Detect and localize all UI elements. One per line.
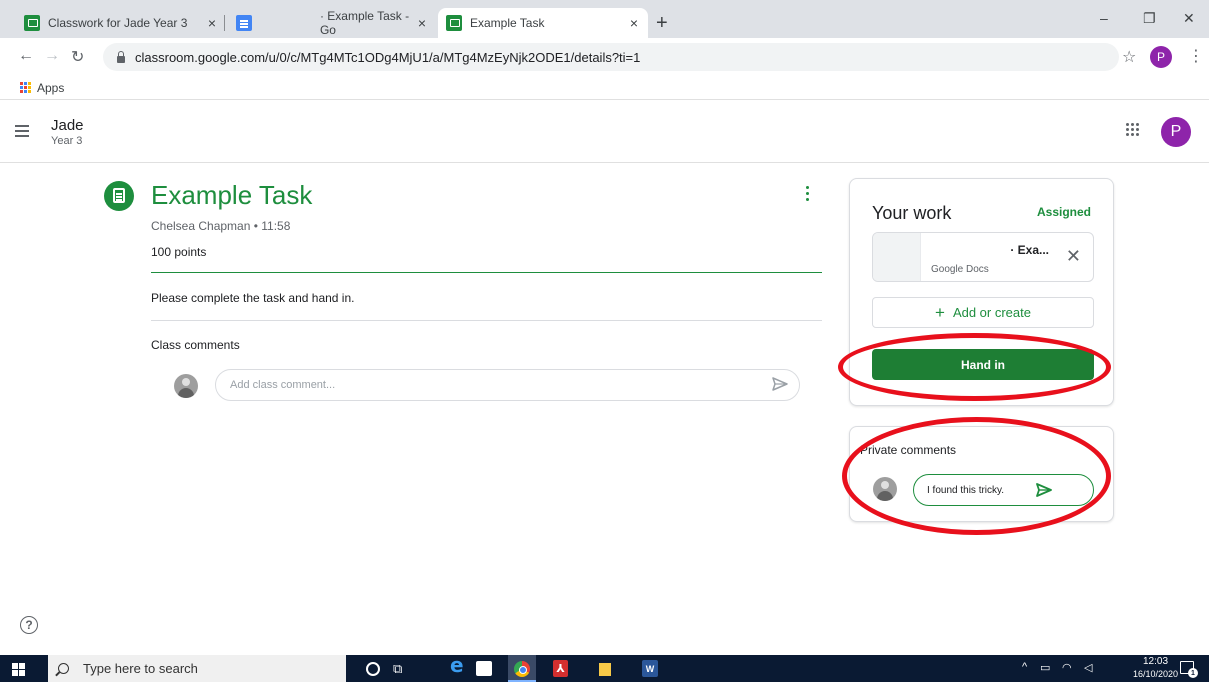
tab-title: Classwork for Jade Year 3 (48, 16, 188, 30)
wifi-icon[interactable]: ◠ (1062, 661, 1072, 674)
reload-icon[interactable]: ↻ (71, 47, 84, 67)
address-bar[interactable]: classroom.google.com/u/0/c/MTg4MTc1ODg4M… (103, 43, 1119, 71)
cortana-icon[interactable] (366, 662, 380, 676)
back-arrow-icon[interactable]: ← (18, 47, 34, 65)
classroom-header: Jade Year 3 P (0, 101, 1209, 163)
attachment-card[interactable]: · Exa... Google Docs ✕ (872, 232, 1094, 282)
maximize-button[interactable]: ❐ (1143, 10, 1156, 27)
divider (151, 272, 822, 273)
clock-date: 16/10/2020 (1133, 669, 1179, 679)
private-comments-label: Private comments (860, 443, 957, 457)
class-name[interactable]: Jade (51, 117, 84, 134)
user-avatar-icon (174, 374, 198, 398)
browser-tab-strip: Classwork for Jade Year 3 × · Example Ta… (0, 0, 1209, 38)
lock-icon (117, 50, 125, 63)
add-or-create-button[interactable]: + Add or create (872, 297, 1094, 328)
acrobat-icon[interactable]: ⅄ (553, 660, 568, 677)
assignment-title: Example Task (151, 180, 313, 210)
classroom-icon (446, 15, 462, 31)
assignment-author-time: Chelsea Chapman • 11:58 (151, 219, 291, 233)
remove-attachment-icon[interactable]: ✕ (1066, 246, 1081, 267)
chrome-icon[interactable] (508, 655, 536, 682)
plus-icon: + (935, 303, 945, 322)
status-badge: Assigned (1036, 205, 1091, 219)
task-view-icon[interactable]: ⧉ (393, 660, 402, 677)
show-hidden-icons-icon[interactable]: ^ (1022, 661, 1027, 673)
search-icon (58, 663, 69, 674)
taskbar-search-box[interactable]: Type here to search (48, 655, 346, 682)
new-tab-button[interactable]: + (656, 12, 668, 35)
apps-bookmark[interactable]: Apps (37, 81, 64, 95)
more-options-icon[interactable] (806, 186, 810, 204)
private-comments-card: Private comments (849, 426, 1114, 522)
browser-profile-avatar[interactable]: P (1150, 46, 1172, 68)
google-apps-icon[interactable] (1126, 123, 1139, 136)
windows-start-icon[interactable] (12, 663, 25, 676)
taskbar-clock[interactable]: 12:03 16/10/2020 (1133, 656, 1178, 680)
store-icon[interactable] (476, 661, 492, 676)
main-menu-icon[interactable] (15, 125, 29, 137)
class-comments-label: Class comments (151, 338, 240, 352)
private-comment-input[interactable] (913, 474, 1094, 506)
battery-icon[interactable]: ▭ (1040, 661, 1050, 674)
window-close-button[interactable]: ✕ (1183, 10, 1195, 27)
browser-menu-icon[interactable]: ⋮ (1188, 46, 1204, 66)
class-section: Year 3 (51, 135, 83, 147)
hand-in-button[interactable]: Hand in (872, 349, 1094, 380)
google-docs-icon (236, 15, 252, 31)
edge-icon[interactable]: e (450, 653, 464, 677)
assignment-description: Please complete the task and hand in. (151, 291, 355, 305)
attachment-thumbnail (873, 233, 921, 281)
file-explorer-icon[interactable] (599, 663, 611, 676)
close-tab-icon[interactable]: × (630, 15, 638, 31)
minimize-button[interactable]: – (1100, 10, 1108, 26)
word-icon[interactable]: W (642, 660, 658, 677)
close-tab-icon[interactable]: × (418, 15, 426, 31)
send-icon[interactable] (772, 377, 788, 391)
add-or-create-label: Add or create (952, 305, 1031, 320)
volume-icon[interactable]: ◁ (1084, 661, 1092, 674)
tab-google-doc[interactable]: · Example Task - Go × (228, 8, 436, 38)
url-text: classroom.google.com/u/0/c/MTg4MTc1ODg4M… (135, 49, 641, 65)
bookmark-star-icon[interactable]: ☆ (1122, 47, 1136, 67)
assignment-icon (104, 181, 134, 211)
tab-example-task[interactable]: Example Task × (438, 8, 648, 38)
attachment-type: Google Docs (931, 264, 989, 275)
user-avatar-icon (873, 477, 897, 501)
send-icon[interactable] (1036, 483, 1052, 497)
attachment-name: · Exa... (1010, 243, 1049, 257)
apps-grid-icon (20, 82, 31, 93)
notification-count-badge: 1 (1188, 668, 1198, 678)
your-work-card: Your work Assigned · Exa... Google Docs … (849, 178, 1114, 406)
bookmarks-bar: Apps (0, 76, 1209, 100)
divider (151, 320, 822, 321)
browser-toolbar: ← → ↻ classroom.google.com/u/0/c/MTg4MTc… (0, 38, 1209, 76)
help-icon[interactable]: ? (20, 616, 38, 634)
tab-title: Example Task (470, 16, 545, 30)
tab-separator (224, 15, 225, 31)
windows-taskbar: Type here to search ⧉ e ⅄ W ^ ▭ ◠ ◁ 12:0… (0, 653, 1209, 682)
assignment-points: 100 points (151, 245, 207, 259)
taskbar-search-placeholder: Type here to search (83, 661, 198, 676)
classroom-icon (24, 15, 40, 31)
close-tab-icon[interactable]: × (208, 15, 216, 31)
your-work-title: Your work (872, 203, 952, 223)
forward-arrow-icon[interactable]: → (44, 47, 60, 65)
account-avatar[interactable]: P (1161, 117, 1191, 147)
class-comment-input[interactable] (215, 369, 800, 401)
tab-classwork[interactable]: Classwork for Jade Year 3 × (16, 8, 226, 38)
tab-title: · Example Task - Go (319, 9, 410, 37)
clock-time: 12:03 (1143, 656, 1169, 667)
